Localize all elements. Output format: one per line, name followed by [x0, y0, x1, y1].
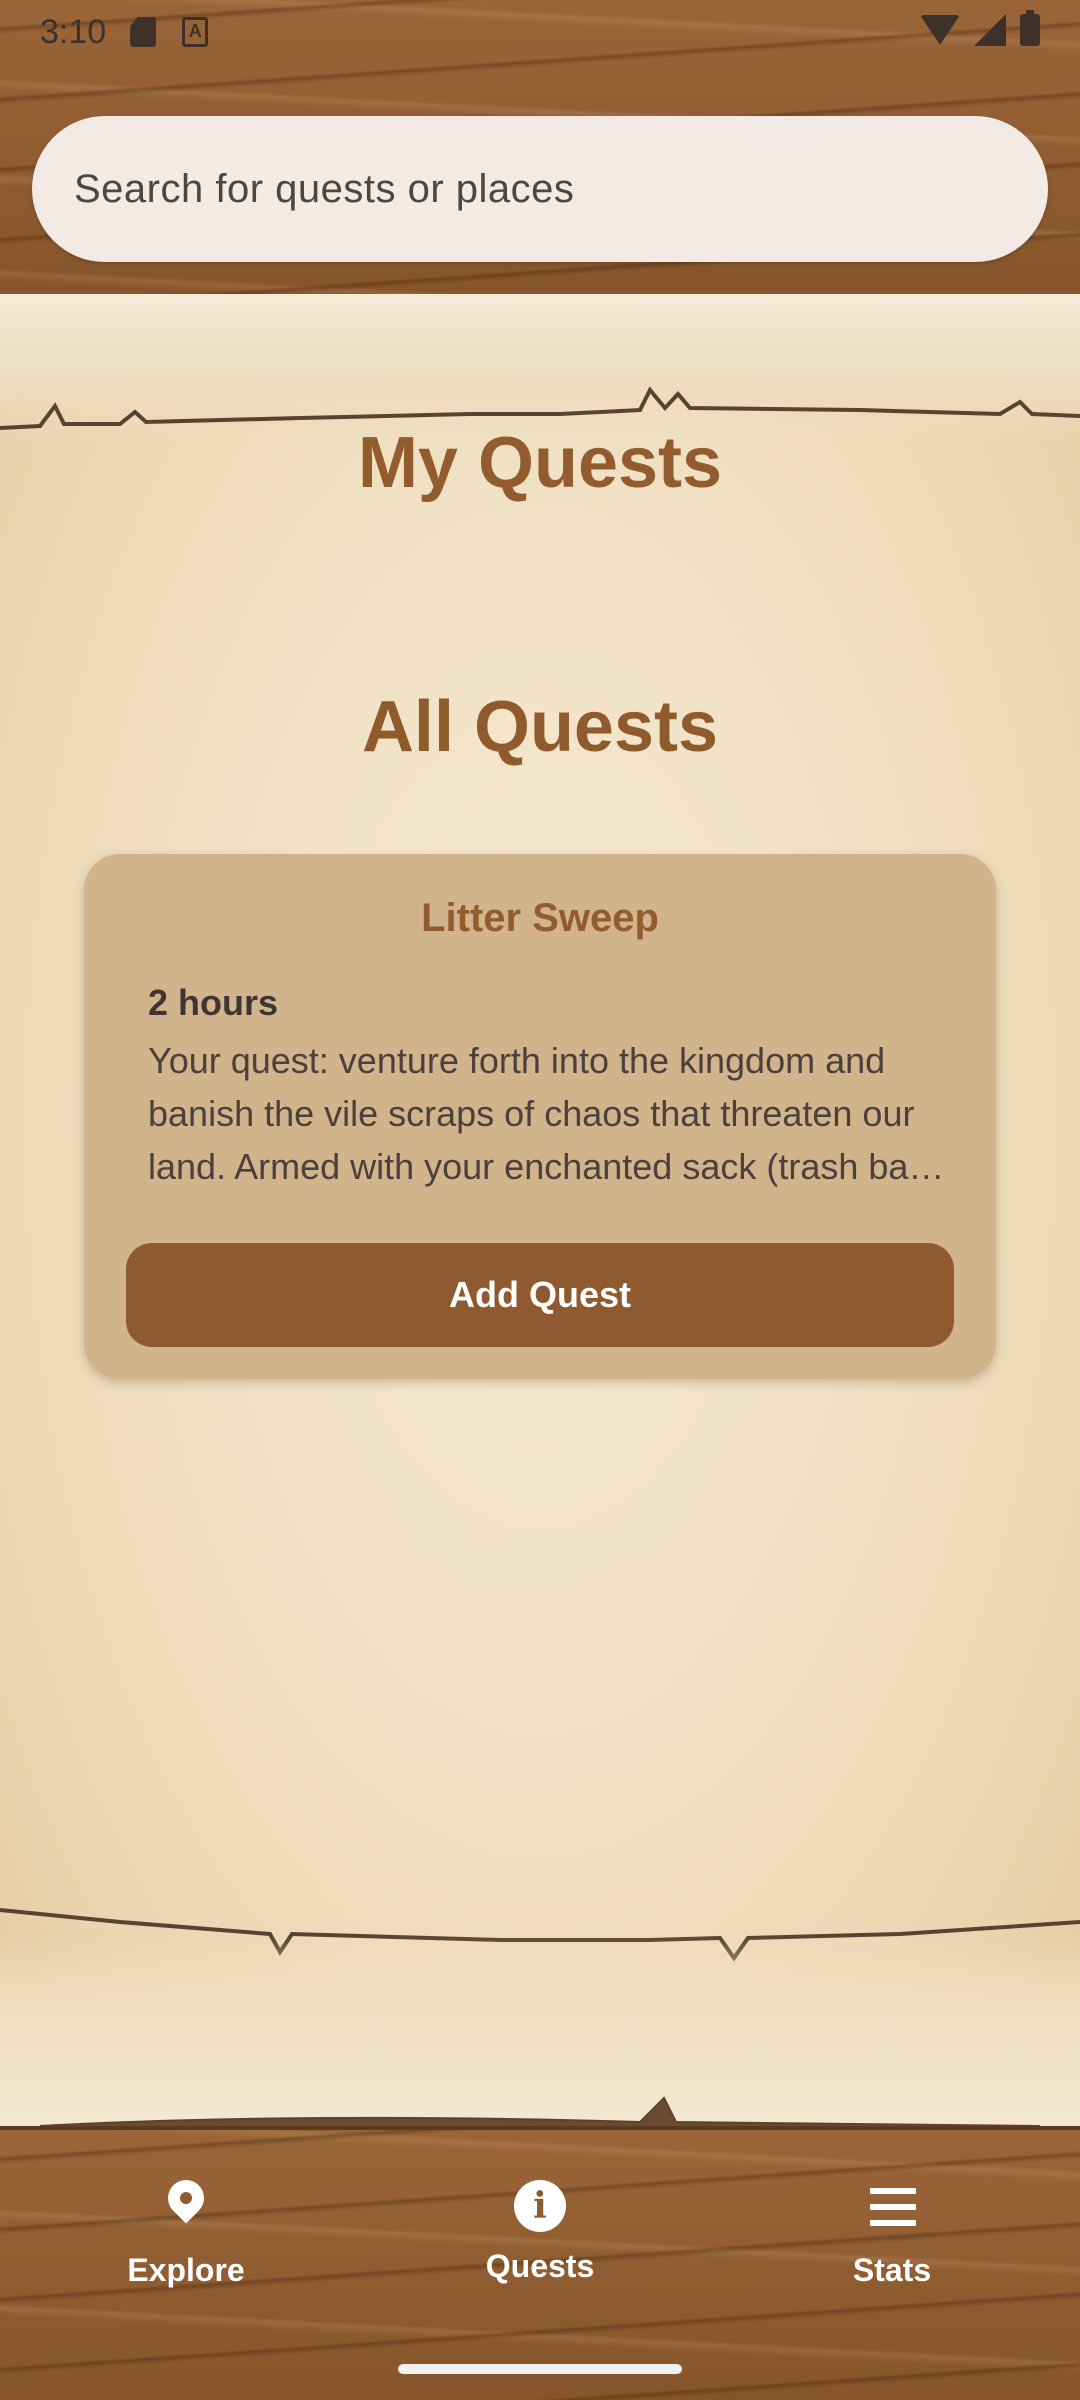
section-title: All Quests: [361, 687, 719, 767]
quest-card: Litter Sweep 2 hours Your quest: venture…: [84, 854, 996, 1379]
status-time: 3:10: [40, 12, 107, 51]
quest-title: Litter Sweep: [421, 896, 659, 940]
parchment-scroll[interactable]: My Quests All Quests Litter Sweep 2 hour…: [0, 294, 1080, 2126]
status-indicators: [920, 10, 1040, 46]
nav-item-explore[interactable]: Explore: [66, 2172, 306, 2320]
location-pin-icon: [160, 2172, 212, 2236]
page-title: My Quests: [357, 423, 723, 503]
a-box-icon: A: [182, 17, 209, 47]
search-input[interactable]: Search for quests or places: [32, 116, 1048, 262]
search-placeholder: Search for quests or places: [74, 166, 575, 211]
wifi-icon: [920, 15, 960, 45]
scroll-bottom-curl: [39, 2096, 1041, 2126]
info-icon: i: [514, 2180, 566, 2232]
nav-label-quests: Quests: [485, 2248, 595, 2284]
bottom-navigation: Explore i Quests Stats: [0, 2126, 1080, 2400]
menu-icon: [867, 2180, 917, 2236]
sd-card-icon: [130, 17, 157, 47]
nav-label-stats: Stats: [852, 2252, 932, 2288]
status-bar: 3:10 A: [0, 0, 1080, 64]
home-indicator[interactable]: [398, 2364, 682, 2374]
top-app-bar: 3:10 A Search for quests or places: [0, 0, 1080, 294]
add-quest-button[interactable]: Add Quest: [126, 1243, 954, 1347]
nav-item-stats[interactable]: Stats: [772, 2180, 1012, 2320]
nav-label-explore: Explore: [127, 2252, 245, 2288]
battery-icon: [1020, 10, 1040, 46]
quest-description: Your quest: venture forth into the kingd…: [148, 1040, 941, 1187]
signal-icon: [974, 14, 1006, 46]
quest-duration: 2 hours: [148, 982, 279, 1023]
nav-item-quests[interactable]: i Quests: [420, 2180, 660, 2320]
